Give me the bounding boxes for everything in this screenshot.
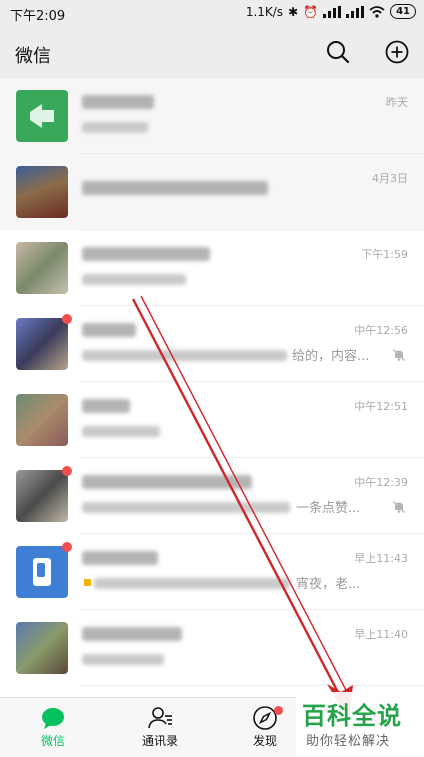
app-header: 微信 <box>0 26 424 78</box>
chat-preview-text: 宵夜，老... <box>296 577 361 592</box>
chat-name-blurred <box>82 181 268 195</box>
mute-bell-icon <box>393 349 405 361</box>
chat-time: 下午1:59 <box>361 248 408 261</box>
wifi-icon <box>369 5 385 18</box>
watermark-logo: 百科全说 助你轻松解决 <box>296 692 424 756</box>
page-title: 微信 <box>15 46 51 67</box>
chat-row[interactable]: 一条点赞... 中午12:39 <box>0 458 424 534</box>
chat-time: 早上11:43 <box>354 552 408 565</box>
chat-preview-blurred <box>94 578 290 589</box>
message-tag-icon <box>84 579 91 586</box>
status-indicators: 1.1K/s ✱ ⏰ 41 <box>246 4 416 19</box>
chat-row[interactable]: 4月3日 <box>0 154 424 230</box>
chat-name-blurred <box>82 323 136 337</box>
alarm-icon: ⏰ <box>303 4 319 19</box>
status-time: 下午2:09 <box>10 9 66 24</box>
tab-label: 通讯录 <box>141 734 178 748</box>
chat-name-blurred <box>82 551 158 565</box>
mute-bell-icon <box>393 501 405 513</box>
signal-icon <box>323 5 342 18</box>
network-speed: 1.1K/s <box>245 4 284 19</box>
chat-time: 中午12:51 <box>354 400 408 413</box>
chat-name-blurred <box>82 627 182 641</box>
chat-preview-blurred <box>82 502 290 513</box>
unread-dot <box>62 314 72 324</box>
tab-label: 发现 <box>252 734 277 748</box>
chat-time: 中午12:56 <box>354 324 408 337</box>
status-bar: 下午2:09 1.1K/s ✱ ⏰ 41 <box>0 0 424 26</box>
avatar <box>16 166 68 218</box>
chat-row[interactable]: 早上11:40 <box>0 610 424 686</box>
plus-circle-icon[interactable] <box>384 39 410 65</box>
watermark-subtitle: 助你轻松解决 <box>306 734 391 749</box>
tab-chats[interactable]: 微信 <box>18 704 88 749</box>
chat-preview-blurred <box>82 426 160 437</box>
battery-indicator: 41 <box>390 4 416 19</box>
unread-dot <box>62 466 72 476</box>
avatar <box>16 622 68 674</box>
chat-name-blurred <box>82 475 252 489</box>
watermark-title: 百科全说 <box>302 702 402 730</box>
avatar <box>16 546 68 598</box>
chat-name-blurred <box>82 247 210 261</box>
chat-row[interactable]: 中午12:51 <box>0 382 424 458</box>
chat-time: 昨天 <box>386 96 408 109</box>
chat-row[interactable]: 宵夜，老... 早上11:43 <box>0 534 424 610</box>
chat-preview-text: 给的，内容... <box>292 349 370 364</box>
chat-list: 昨天 4月3日 下午1:59 给的，内容... 中午12:56 中午12:51 <box>0 78 424 686</box>
chat-name-blurred <box>82 399 130 413</box>
chat-preview-blurred <box>82 350 287 361</box>
new-moments-dot <box>274 706 283 715</box>
chat-time: 4月3日 <box>372 172 408 185</box>
chat-preview-text: 一条点赞... <box>296 501 361 516</box>
chat-name-blurred <box>82 95 154 109</box>
avatar <box>16 470 68 522</box>
chat-preview-blurred <box>82 122 148 133</box>
chat-preview-blurred <box>82 274 186 285</box>
tab-discover[interactable]: 发现 <box>230 704 300 749</box>
avatar <box>16 242 68 294</box>
tab-label: 微信 <box>40 734 65 748</box>
avatar <box>16 90 68 142</box>
unread-dot <box>62 542 72 552</box>
avatar <box>16 318 68 370</box>
signal-icon-2 <box>346 5 365 18</box>
chat-time: 早上11:40 <box>354 628 408 641</box>
tab-contacts[interactable]: 通讯录 <box>125 704 195 749</box>
contacts-icon <box>148 707 172 729</box>
avatar <box>16 394 68 446</box>
chat-preview-blurred <box>82 654 164 665</box>
search-icon[interactable] <box>325 39 351 65</box>
chat-row[interactable]: 昨天 <box>0 78 424 154</box>
chat-row[interactable]: 给的，内容... 中午12:56 <box>0 306 424 382</box>
chat-time: 中午12:39 <box>354 476 408 489</box>
chat-row[interactable]: 下午1:59 <box>0 230 424 306</box>
bluetooth-icon: ✱ <box>288 4 299 19</box>
chat-bubble-icon <box>42 708 64 729</box>
